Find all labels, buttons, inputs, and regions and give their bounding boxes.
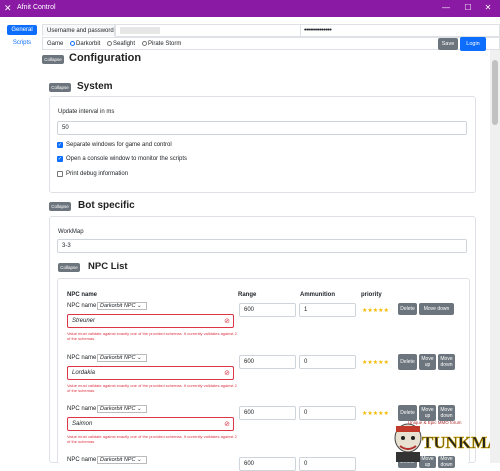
game-label: Game	[47, 41, 64, 47]
range-input[interactable]: 600	[239, 457, 296, 471]
move-down-button[interactable]: Move down	[438, 354, 455, 370]
checkbox-label: Print debug information	[66, 171, 129, 177]
system-heading: System	[77, 81, 113, 92]
sidebar-item-general[interactable]: General	[7, 25, 37, 35]
configuration-collapse-button[interactable]: Collapse	[42, 55, 64, 64]
radio-pirate-storm[interactable]: Pirate Storm	[142, 41, 181, 47]
tab-username-password[interactable]: Username and password	[42, 24, 115, 36]
minimize-button[interactable]: —	[438, 2, 454, 14]
move-up-button[interactable]: Move up	[419, 354, 436, 370]
checkbox-console-window[interactable]: ✓	[57, 156, 63, 162]
checkbox-debug-info[interactable]	[57, 171, 63, 177]
window-title: Afnit Control	[17, 4, 56, 11]
warning-icon: ⊘	[224, 318, 230, 325]
column-header-range: Range	[238, 292, 257, 298]
credentials-bar: ••••••••••••••	[115, 24, 500, 37]
range-input[interactable]: 600	[239, 355, 296, 369]
chevron-down-icon: ⌄	[135, 355, 142, 361]
sidebar-item-scripts[interactable]: Scripts	[7, 38, 37, 48]
chevron-down-icon: ⌄	[135, 457, 142, 463]
radio-darkorbit[interactable]: Darkorbit	[70, 41, 100, 47]
login-button[interactable]: Login	[460, 37, 486, 51]
scrollbar-thumb[interactable]	[492, 60, 498, 125]
vertical-scrollbar[interactable]	[490, 50, 500, 463]
column-header-ammunition: Ammunition	[300, 292, 335, 298]
npc-name-input[interactable]: Streuner ⊘	[67, 314, 234, 328]
bot-specific-heading: Bot specific	[78, 200, 135, 211]
delete-button[interactable]: Delete	[398, 303, 417, 315]
x-logo-icon: ✕	[4, 3, 12, 13]
workmap-label: WorkMap	[58, 229, 84, 235]
checkbox-label: Open a console window to monitor the scr…	[66, 156, 188, 162]
ammunition-input[interactable]: 0	[299, 406, 356, 420]
system-collapse-button[interactable]: Collapse	[49, 83, 71, 92]
move-down-button[interactable]: Move down	[419, 303, 454, 315]
priority-stars[interactable]: ★★★★★	[362, 359, 389, 366]
workmap-input[interactable]: 3-3	[57, 239, 467, 253]
close-button[interactable]: ✕	[480, 2, 496, 14]
delete-button[interactable]: Delete	[398, 354, 417, 370]
update-interval-input[interactable]: 50	[57, 121, 467, 135]
radio-icon	[142, 41, 147, 46]
priority-stars[interactable]: ★★★★★	[362, 307, 389, 314]
npc-type-select[interactable]: Darkorbit NPC ⌄	[97, 354, 147, 362]
ammunition-input[interactable]: 1	[299, 303, 356, 317]
configuration-heading: Configuration	[69, 52, 142, 64]
bot-collapse-button[interactable]: Collapse	[49, 202, 71, 211]
username-field[interactable]	[116, 25, 301, 36]
watermark-logo: TUNKMAP Unique & Epic MMO forum	[388, 408, 500, 463]
validation-error: Value must validate against exactly one …	[67, 434, 237, 444]
svg-text:Unique & Epic MMO forum: Unique & Epic MMO forum	[408, 420, 462, 425]
save-button[interactable]: Save	[438, 38, 458, 50]
radio-icon	[107, 41, 112, 46]
priority-stars[interactable]: ★★★★★	[362, 410, 389, 417]
update-interval-label: Update interval in ms	[58, 109, 115, 115]
chevron-down-icon: ⌄	[135, 303, 142, 309]
svg-text:TUNKMAP: TUNKMAP	[422, 433, 490, 452]
npc-name-input[interactable]: Lordakia ⊘	[67, 366, 234, 380]
npc-type-select[interactable]: Darkorbit NPC ⌄	[97, 302, 147, 310]
npc-type-select[interactable]: Darkorbit NPC ⌄	[97, 405, 147, 413]
mascot-icon: TUNKMAP Unique & Epic MMO forum	[394, 420, 500, 462]
redacted-username	[120, 27, 160, 34]
npc-list-collapse-button[interactable]: Collapse	[58, 263, 80, 272]
validation-error: Value must validate against exactly one …	[67, 383, 237, 393]
password-field[interactable]: ••••••••••••••	[304, 27, 332, 34]
maximize-button[interactable]: ☐	[460, 2, 476, 14]
range-input[interactable]: 600	[239, 406, 296, 420]
validation-error: Value must validate against exactly one …	[67, 331, 237, 341]
checkbox-label: Separate windows for game and control	[66, 142, 172, 148]
npc-name-input[interactable]: Saimon ⊘	[67, 417, 234, 431]
system-card: Update interval in ms 50 ✓ Separate wind…	[49, 96, 476, 193]
ammunition-input[interactable]: 0	[299, 457, 356, 471]
column-header-priority: priority	[361, 292, 382, 298]
sidebar: General Scripts	[0, 17, 40, 463]
radio-seafight[interactable]: Seafight	[107, 41, 135, 47]
game-bar: Game Darkorbit Seafight Pirate Storm	[42, 37, 500, 50]
radio-selected-icon	[70, 41, 75, 46]
checkbox-separate-windows[interactable]: ✓	[57, 142, 63, 148]
warning-icon: ⊘	[224, 421, 230, 428]
title-bar: ✕ Afnit Control — ☐ ✕	[0, 0, 500, 17]
npc-list-heading: NPC List	[88, 261, 128, 272]
warning-icon: ⊘	[224, 370, 230, 377]
range-input[interactable]: 600	[239, 303, 296, 317]
ammunition-input[interactable]: 0	[299, 355, 356, 369]
column-header-npc-name: NPC name	[67, 292, 98, 298]
chevron-down-icon: ⌄	[135, 406, 142, 412]
